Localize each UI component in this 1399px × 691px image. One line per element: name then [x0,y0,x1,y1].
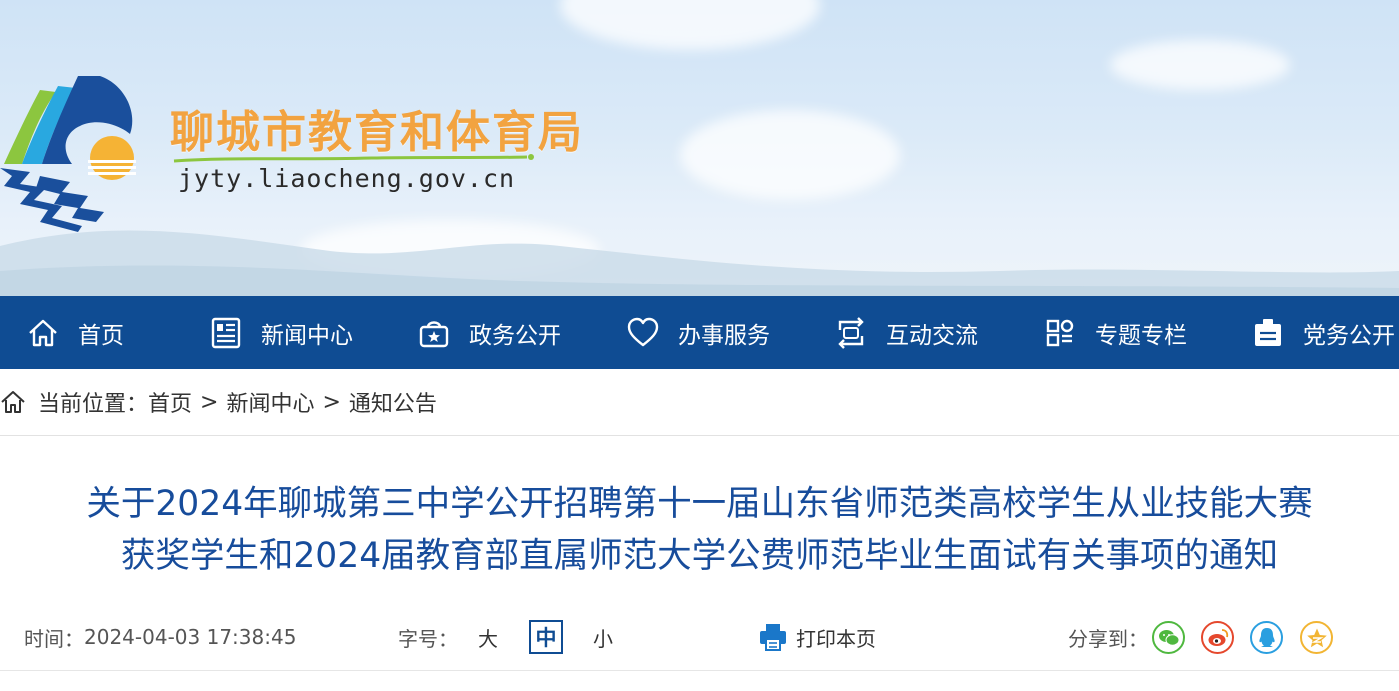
article-title: 关于2024年聊城第三中学公开招聘第十一届山东省师范类高校学生从业技能大赛 获奖… [0,478,1399,582]
main-navigation: 首页 新闻中心 政务公开 办事服务 互动交流 专题专栏 党务公开 [0,296,1399,369]
exchange-icon [838,316,864,349]
nav-item-news[interactable]: 新闻中心 [209,296,353,369]
mountain-silhouette [0,230,1399,296]
print-label: 打印本页 [796,626,876,651]
article-meta-bar: 时间： 2024-04-03 17:38:45 字号： 大 中 小 打印本页 分… [0,604,1399,671]
party-icon [1255,318,1281,346]
bureau-logo [0,76,136,232]
breadcrumb-prefix: 当前位置： [38,392,149,417]
wechat-glyph [1158,629,1179,646]
font-size-medium-button[interactable]: 中 [529,620,563,654]
news-icon [211,317,241,348]
printer-icon [760,624,786,651]
nav-label: 办事服务 [678,322,770,349]
breadcrumb-link-news[interactable]: 新闻中心 [226,386,314,418]
qzone-glyph [1306,628,1327,647]
government-icon [419,320,449,347]
nav-item-services[interactable]: 办事服务 [626,296,770,369]
publish-time-label: 时间： [24,626,84,651]
weibo-glyph [1208,628,1228,646]
nav-label: 党务公开 [1303,322,1395,349]
article-title-line: 关于2024年聊城第三中学公开招聘第十一届山东省师范类高校学生从业技能大赛 [86,484,1313,524]
breadcrumb-link-home[interactable]: 首页 [148,386,192,418]
nav-item-interaction[interactable]: 互动交流 [834,296,978,369]
nav-label: 新闻中心 [261,322,353,349]
font-size-label: 字号： [398,626,458,651]
grid-icon [1046,319,1074,346]
nav-label: 首页 [78,322,124,349]
qzone-icon[interactable] [1300,621,1333,654]
heart-icon [627,317,659,346]
font-size-large-button[interactable]: 大 [478,604,498,670]
nav-label: 专题专栏 [1095,322,1187,349]
share-label: 分享到： [1068,626,1148,651]
article-title-line: 获奖学生和2024届教育部直属师范大学公费师范毕业生面试有关事项的通知 [120,536,1279,576]
font-size-medium-wrapper: 中 [529,604,563,670]
breadcrumb-link-notices[interactable]: 通知公告 [349,386,437,418]
font-size-small-button[interactable]: 小 [593,604,613,670]
nav-item-government[interactable]: 政务公开 [417,296,561,369]
site-title: 聊城市教育和体育局 [170,107,584,158]
publish-time: 时间： 2024-04-03 17:38:45 [24,604,296,670]
header-banner: 聊城市教育和体育局 jyty.liaocheng.gov.cn [0,0,1399,296]
nav-item-home[interactable]: 首页 [26,296,124,369]
qq-icon[interactable] [1250,621,1283,654]
publish-time-value: 2024-04-03 17:38:45 [84,625,297,649]
breadcrumb: 当前位置： 首页 > 新闻中心 > 通知公告 [0,369,1399,436]
home-icon [1,391,25,413]
nav-label: 互动交流 [886,322,978,349]
cloud-decoration [560,0,820,50]
nav-item-topics[interactable]: 专题专栏 [1043,296,1187,369]
print-button[interactable]: 打印本页 [758,604,876,670]
breadcrumb-separator: > [322,389,341,415]
breadcrumb-separator: > [200,389,219,415]
site-url: jyty.liaocheng.gov.cn [178,164,516,193]
nav-label: 政务公开 [469,322,561,349]
home-icon [29,319,57,346]
wechat-icon[interactable] [1152,621,1185,654]
nav-item-party[interactable]: 党务公开 [1251,296,1395,369]
weibo-icon[interactable] [1201,621,1234,654]
qq-glyph [1258,627,1275,647]
cloud-decoration [1110,40,1290,90]
